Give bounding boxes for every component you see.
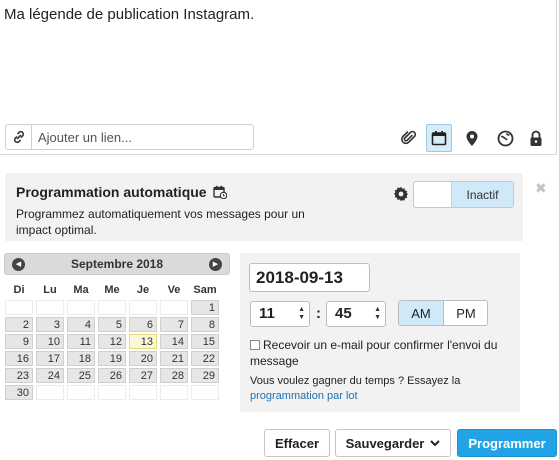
auto-schedule-title: Programmation automatique bbox=[16, 184, 207, 200]
link-input[interactable] bbox=[38, 129, 248, 145]
calendar-day[interactable]: 23 bbox=[5, 368, 33, 383]
calendar-day[interactable]: 9 bbox=[5, 334, 33, 349]
calendar-day[interactable]: 20 bbox=[129, 351, 157, 366]
date-input[interactable]: 2018-09-13 bbox=[249, 263, 370, 292]
weekday-label: Je bbox=[136, 284, 150, 296]
calendar-day[interactable]: 14 bbox=[160, 334, 188, 349]
auto-schedule-panel: Programmation automatique Programmez aut… bbox=[5, 173, 523, 241]
calendar-empty-cell bbox=[129, 300, 157, 315]
calendar-day[interactable]: 30 bbox=[5, 385, 33, 400]
caption-text[interactable]: Ma légende de publication Instagram. bbox=[4, 6, 254, 23]
auto-schedule-heading: Programmation automatique bbox=[16, 184, 227, 200]
weekday-label: Di bbox=[13, 284, 25, 296]
calendar-day[interactable]: 11 bbox=[67, 334, 95, 349]
targeting-icon[interactable] bbox=[492, 124, 518, 152]
calendar-empty-cell bbox=[36, 385, 64, 400]
calendar-header: ◀ Septembre 2018 ▶ bbox=[4, 253, 230, 275]
calendar-clock-icon bbox=[212, 185, 227, 199]
bulk-schedule-tip: Vous voulez gagner du temps ? Essayez la… bbox=[250, 374, 514, 404]
calendar-icon[interactable] bbox=[426, 124, 452, 152]
next-month-icon[interactable]: ▶ bbox=[209, 258, 222, 271]
spinner-arrows-icon: ▲ ▼ bbox=[298, 306, 305, 321]
schedule-button[interactable]: Programmer bbox=[457, 429, 557, 457]
calendar-day[interactable]: 17 bbox=[36, 351, 64, 366]
calendar-day[interactable]: 22 bbox=[191, 351, 219, 366]
am-pm-toggle: AM PM bbox=[398, 300, 488, 326]
calendar-day[interactable]: 3 bbox=[36, 317, 64, 332]
tip-text: Vous voulez gagner du temps ? Essayez la bbox=[250, 375, 461, 387]
minute-value: 45 bbox=[335, 305, 352, 322]
calendar-day[interactable]: 7 bbox=[160, 317, 188, 332]
calendar-empty-cell bbox=[160, 300, 188, 315]
calendar-day[interactable]: 15 bbox=[191, 334, 219, 349]
hour-select[interactable]: 11 ▲ ▼ bbox=[250, 301, 310, 327]
am-button[interactable]: AM bbox=[399, 301, 444, 325]
calendar-day[interactable]: 25 bbox=[67, 368, 95, 383]
calendar-day[interactable]: 18 bbox=[67, 351, 95, 366]
hour-value: 11 bbox=[259, 305, 275, 322]
save-dropdown-button[interactable]: Sauvegarder bbox=[335, 429, 451, 457]
calendar-empty-cell bbox=[98, 385, 126, 400]
calendar-day[interactable]: 19 bbox=[98, 351, 126, 366]
calendar-grid: Di Lu Ma Me Je Ve Sam 1 2 3 4 5 6 7 8 9 10 11 12 13 1… bbox=[5, 282, 230, 400]
weekday-label: Ve bbox=[167, 284, 181, 296]
calendar-day[interactable]: 24 bbox=[36, 368, 64, 383]
chevron-down-icon bbox=[430, 439, 441, 446]
calendar-day[interactable]: 26 bbox=[98, 368, 126, 383]
close-icon[interactable]: ✖ bbox=[535, 180, 547, 197]
clear-button[interactable]: Effacer bbox=[264, 429, 330, 457]
calendar-day[interactable]: 1 bbox=[191, 300, 219, 315]
bulk-schedule-link[interactable]: programmation par lot bbox=[250, 390, 358, 402]
calendar-empty-cell bbox=[191, 385, 219, 400]
weekday-label: Lu bbox=[43, 284, 57, 296]
time-panel: 2018-09-13 11 ▲ ▼ : 45 ▲ ▼ AM PM Recevoir … bbox=[240, 253, 520, 412]
calendar-day[interactable]: 2 bbox=[5, 317, 33, 332]
calendar-day[interactable]: 8 bbox=[191, 317, 219, 332]
calendar-day[interactable]: 27 bbox=[129, 368, 157, 383]
calendar-day[interactable]: 21 bbox=[160, 351, 188, 366]
calendar-day[interactable]: 29 bbox=[191, 368, 219, 383]
time-separator: : bbox=[316, 305, 321, 322]
calendar-day[interactable]: 5 bbox=[98, 317, 126, 332]
gear-icon[interactable] bbox=[393, 186, 409, 207]
privacy-icon[interactable] bbox=[523, 124, 549, 152]
calendar-empty-cell bbox=[129, 385, 157, 400]
calendar-empty-cell bbox=[36, 300, 64, 315]
checkbox[interactable] bbox=[250, 340, 260, 350]
calendar-empty-cell bbox=[67, 300, 95, 315]
email-confirm-checkbox[interactable]: Recevoir un e-mail pour confirmer l'envo… bbox=[250, 337, 514, 369]
calendar-day[interactable]: 13 bbox=[129, 334, 157, 349]
calendar-day[interactable]: 10 bbox=[36, 334, 64, 349]
schedule-button-label: Programmer bbox=[468, 435, 546, 451]
calendar-day[interactable]: 12 bbox=[98, 334, 126, 349]
message-composer[interactable]: Ma légende de publication Instagram. bbox=[0, 0, 557, 155]
auto-schedule-toggle[interactable]: Inactif bbox=[413, 181, 514, 208]
save-button-label: Sauvegarder bbox=[345, 435, 425, 451]
calendar-day[interactable]: 16 bbox=[5, 351, 33, 366]
calendar-day[interactable]: 4 bbox=[67, 317, 95, 332]
weekday-label: Sam bbox=[193, 284, 217, 296]
email-confirm-label: Recevoir un e-mail pour confirmer l'envo… bbox=[250, 338, 498, 368]
auto-schedule-description: Programmez automatiquement vos messages … bbox=[16, 207, 305, 237]
weekday-label: Me bbox=[104, 284, 120, 296]
calendar-day[interactable]: 28 bbox=[160, 368, 188, 383]
link-field[interactable] bbox=[5, 124, 254, 150]
calendar-empty-cell bbox=[98, 300, 126, 315]
pm-button[interactable]: PM bbox=[444, 301, 487, 325]
attachment-icon[interactable] bbox=[396, 124, 422, 152]
toggle-state-label: Inactif bbox=[451, 182, 513, 207]
date-picker: ◀ Septembre 2018 ▶ Di Lu Ma Me Je Ve Sam… bbox=[4, 253, 230, 400]
calendar-empty-cell bbox=[5, 300, 33, 315]
scheduler-composer: Ma légende de publication Instagram. Ajo… bbox=[0, 0, 559, 460]
calendar-empty-cell bbox=[67, 385, 95, 400]
link-icon bbox=[6, 125, 32, 149]
calendar-month-label: Septembre 2018 bbox=[70, 257, 164, 271]
location-icon[interactable] bbox=[459, 124, 485, 152]
clear-button-label: Effacer bbox=[274, 435, 320, 451]
weekday-label: Ma bbox=[73, 284, 89, 296]
calendar-empty-cell bbox=[160, 385, 188, 400]
minute-select[interactable]: 45 ▲ ▼ bbox=[326, 301, 386, 327]
calendar-day[interactable]: 6 bbox=[129, 317, 157, 332]
spinner-arrows-icon: ▲ ▼ bbox=[374, 306, 381, 321]
